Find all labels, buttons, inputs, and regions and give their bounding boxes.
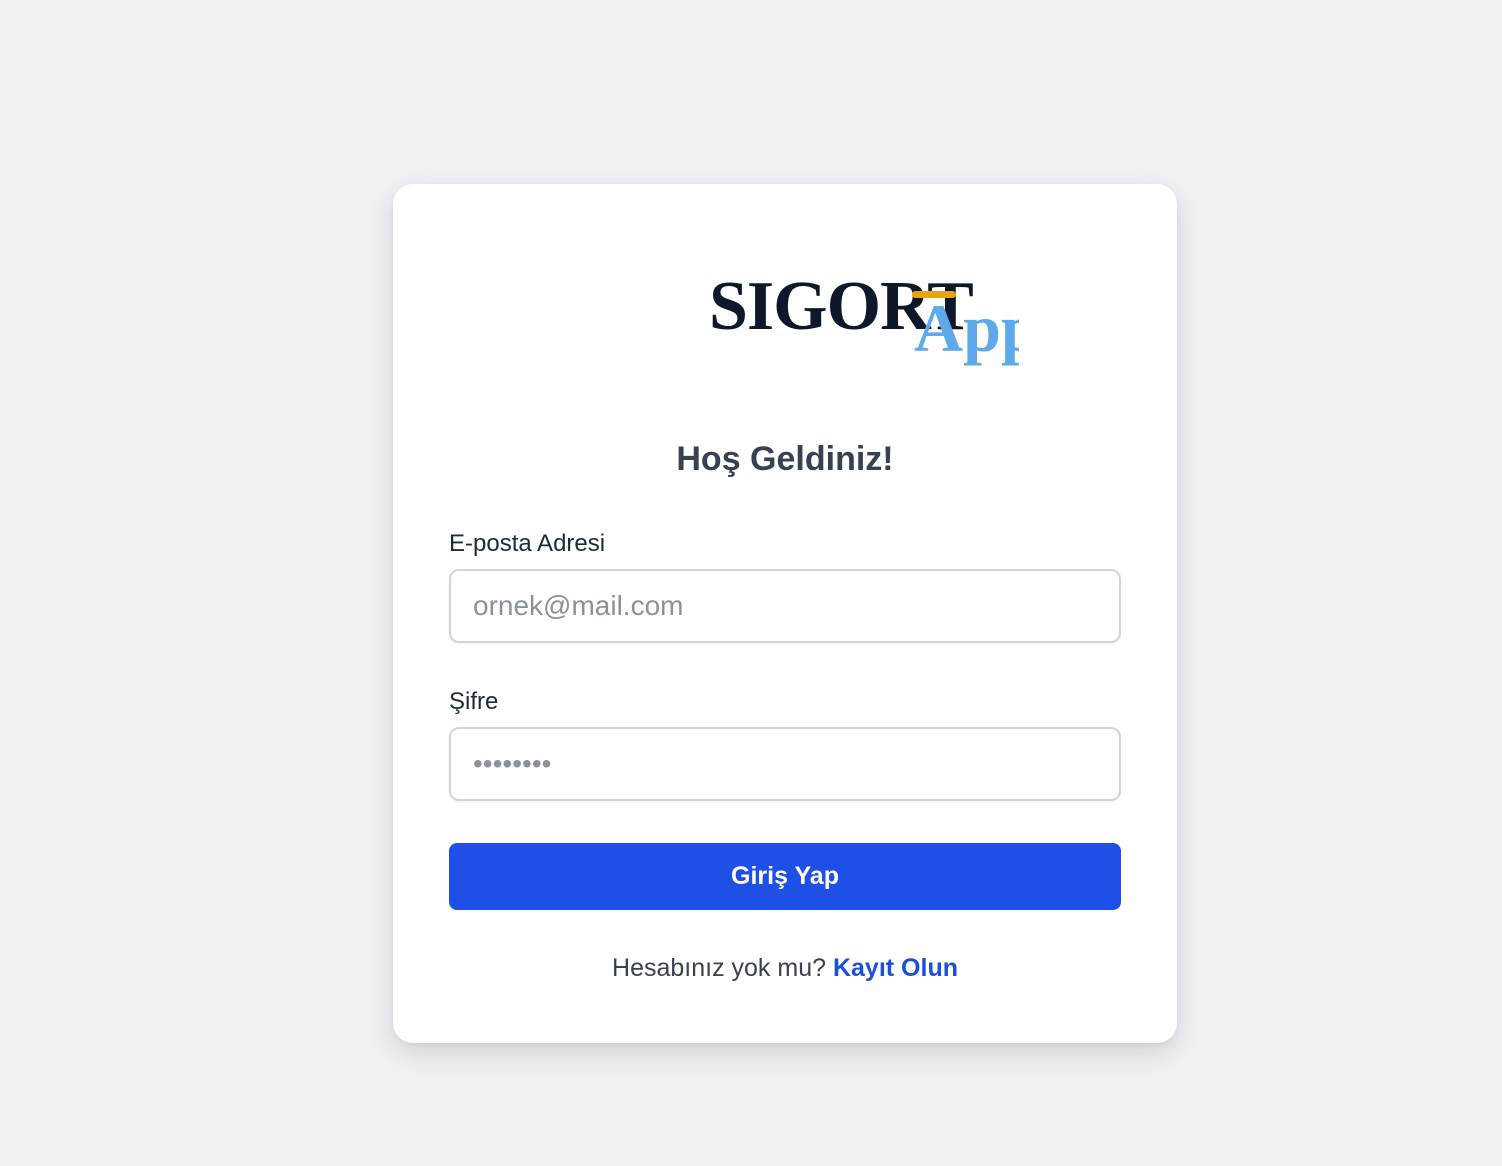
register-prompt-text: Hesabınız yok mu? [612,954,827,982]
email-field-wrapper [449,569,1121,643]
logo-accent-text: App [914,290,1019,366]
password-field[interactable] [451,729,1119,799]
register-prompt-row: Hesabınız yok mu? Kayıt Olun [393,954,1177,983]
password-field-wrapper [449,727,1121,801]
register-link[interactable]: Kayıt Olun [833,954,958,982]
email-field[interactable] [451,571,1119,641]
login-card: SIGORT App Hoş Geldiniz! E-posta Adresi … [393,184,1177,1043]
logo-mark [912,291,956,298]
login-button[interactable]: Giriş Yap [449,843,1121,910]
password-label: Şifre [449,688,499,715]
app-logo: SIGORT App [709,272,1019,372]
email-label: E-posta Adresi [449,530,606,557]
welcome-title: Hoş Geldiniz! [676,440,894,478]
